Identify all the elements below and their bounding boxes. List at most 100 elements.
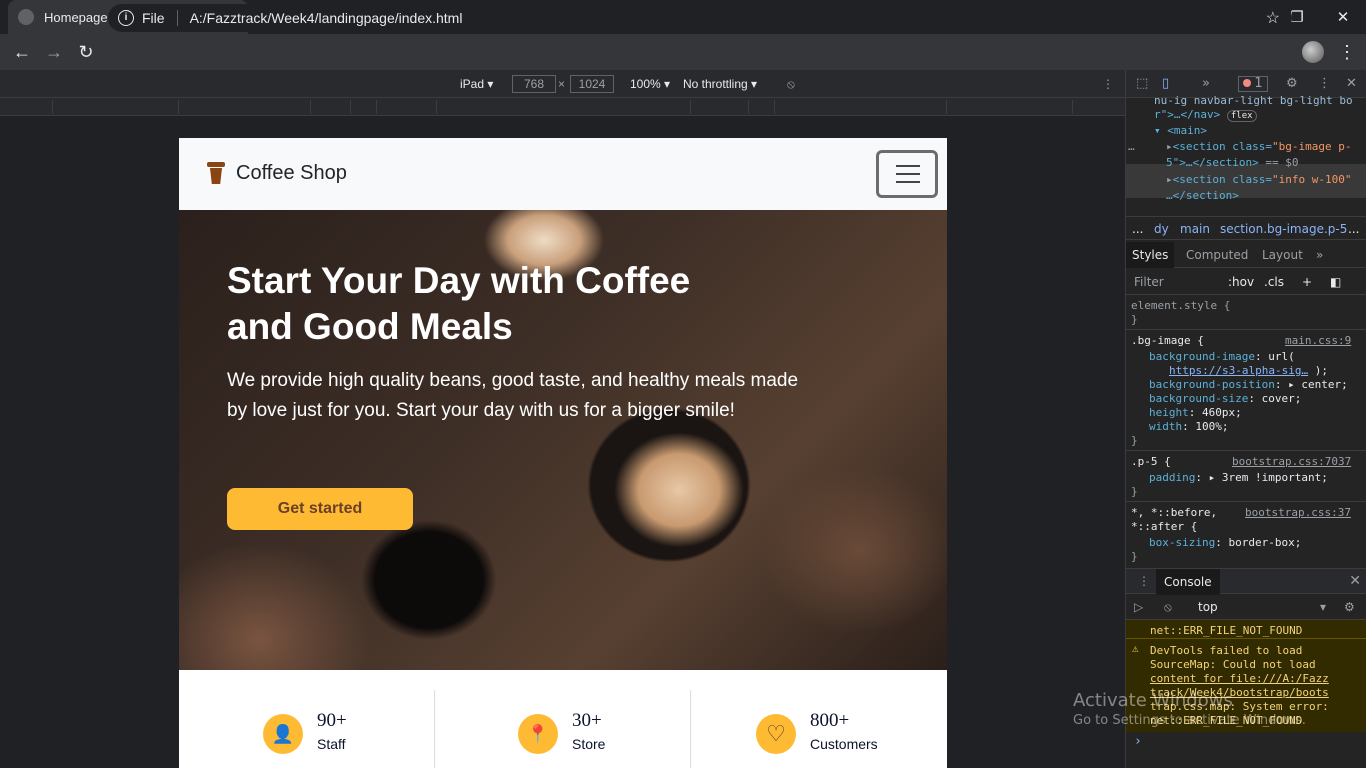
css-declaration[interactable]: background-image: url( [1149, 350, 1295, 363]
dom-line[interactable]: …</section> [1166, 189, 1239, 202]
source-link[interactable]: main.css:9 [1285, 334, 1351, 347]
styles-filter-bar: Filter :hov .cls + ◧ [1126, 269, 1366, 295]
tab-more[interactable]: » [1316, 248, 1323, 262]
globe-icon [18, 9, 34, 25]
crumb-body[interactable]: dy [1154, 222, 1169, 236]
dom-line[interactable]: r">…</nav> flex [1154, 108, 1257, 122]
url-text[interactable]: A:/Fazztrack/Week4/landingpage/index.htm… [190, 10, 463, 26]
stat-value: 800+ [810, 710, 850, 731]
device-select[interactable]: iPad ▾ [460, 77, 493, 91]
console-sidebar-icon[interactable]: ▷ [1134, 600, 1143, 614]
crumb-section[interactable]: section.bg-image.p-5 [1220, 222, 1347, 236]
rule-selector[interactable]: .p-5 { [1131, 455, 1171, 468]
css-declaration[interactable]: padding: ▸ 3rem !important; [1149, 471, 1328, 484]
media-query-ruler [0, 98, 1125, 116]
profile-avatar[interactable] [1302, 41, 1324, 63]
css-declaration[interactable]: background-size: cover; [1149, 392, 1301, 405]
console-prompt[interactable]: › [1134, 734, 1142, 749]
node-dots-icon[interactable]: … [1128, 140, 1135, 153]
stat-label: Store [572, 736, 606, 752]
console-message-link[interactable]: content for file:///A:/Fazz [1150, 672, 1329, 685]
width-input[interactable]: 768 [512, 75, 556, 93]
stat-customers: ♡ 800+ Customers [690, 690, 946, 768]
device-toolbar: iPad ▾ 768 × 1024 100% ▾ No throttling ▾… [0, 70, 1125, 98]
hero-subtitle: We provide high quality beans, good tast… [227, 370, 799, 421]
add-rule-icon[interactable]: + [1302, 275, 1312, 289]
console-message: SourceMap: Could not load [1150, 658, 1316, 671]
css-declaration[interactable]: box-sizing: border-box; [1149, 536, 1301, 549]
omnibox[interactable]: i File A:/Fazztrack/Week4/landingpage/in… [108, 4, 1292, 32]
zoom-select[interactable]: 100% ▾ [630, 77, 670, 91]
close-window-button[interactable]: ✕ [1320, 8, 1366, 26]
css-declaration[interactable]: height: 460px; [1149, 406, 1242, 419]
css-url[interactable]: https://s3-alpha-sig… ); [1169, 364, 1328, 377]
rule-close: } [1131, 313, 1138, 326]
css-declaration[interactable]: width: 100%; [1149, 420, 1228, 433]
browser-menu-icon[interactable]: ⋮ [1338, 42, 1356, 63]
tab-layout[interactable]: Layout [1262, 248, 1303, 262]
omnibox-divider [176, 10, 178, 26]
site-info-icon[interactable]: i [118, 10, 134, 26]
css-declaration[interactable]: background-position: ▸ center; [1149, 378, 1348, 391]
cls-toggle[interactable]: .cls [1264, 275, 1284, 289]
hov-toggle[interactable]: :hov [1228, 275, 1254, 289]
watermark-subtitle: Go to Settings to activate Windows. [1073, 713, 1306, 728]
dom-line[interactable]: 5">…</section> == $0 [1166, 156, 1298, 169]
devtools-menu-icon[interactable]: ⋮ [1318, 76, 1331, 91]
settings-gear-icon[interactable]: ⚙ [1286, 76, 1298, 91]
dimension-times: × [558, 77, 566, 91]
hamburger-menu-button[interactable] [876, 150, 938, 198]
forward-icon[interactable]: → [38, 42, 70, 63]
stat-value: 30+ [572, 710, 602, 731]
drawer-menu-icon[interactable]: ⋮ [1138, 574, 1150, 588]
console-message: net::ERR_FILE_NOT_FOUND [1150, 624, 1303, 637]
coffee-cup-icon [207, 162, 225, 186]
throttling-select[interactable]: No throttling ▾ [683, 77, 757, 91]
close-drawer-icon[interactable]: ✕ [1349, 573, 1361, 589]
rule-selector[interactable]: .bg-image { [1131, 334, 1204, 347]
crumb-more[interactable]: ... [1348, 222, 1359, 236]
dom-line[interactable]: nu-ig navbar-light bg-light bo [1154, 94, 1353, 107]
console-settings-icon[interactable]: ⚙ [1344, 600, 1355, 614]
toggle-sidebar-icon[interactable]: ◧ [1330, 275, 1341, 289]
address-toolbar: ← → ↻ [0, 34, 1366, 70]
error-badge[interactable]: 1 [1238, 76, 1268, 92]
more-panels-icon[interactable]: » [1202, 76, 1210, 91]
emulated-page: Coffee Shop Start Your Day with Coffee a… [179, 138, 947, 768]
context-dropdown-icon[interactable]: ▾ [1320, 600, 1326, 614]
heart-icon: ♡ [756, 714, 796, 754]
crumb-main[interactable]: main [1180, 222, 1210, 236]
rule-selector[interactable]: *::after { [1131, 520, 1197, 533]
device-viewport: iPad ▾ 768 × 1024 100% ▾ No throttling ▾… [0, 70, 1125, 768]
console-tab[interactable]: Console [1156, 569, 1220, 595]
source-link[interactable]: bootstrap.css:7037 [1232, 455, 1351, 468]
context-select[interactable]: top [1198, 600, 1218, 614]
windows-activation-watermark: Activate Windows Go to Settings to activ… [1073, 690, 1306, 728]
get-started-button[interactable]: Get started [227, 488, 413, 530]
clear-console-icon[interactable]: ⦸ [1164, 600, 1172, 615]
brand-name[interactable]: Coffee Shop [236, 162, 347, 185]
styles-filter-input[interactable]: Filter [1134, 275, 1164, 289]
dom-line[interactable]: ▸<section class="info w-100" [1166, 173, 1351, 186]
back-icon[interactable]: ← [6, 42, 38, 63]
height-input[interactable]: 1024 [570, 75, 614, 93]
rule-selector[interactable]: element.style { [1131, 299, 1230, 312]
rule-selector[interactable]: *, *::before, [1131, 506, 1217, 519]
device-options-icon[interactable]: ⋮ [1102, 77, 1114, 91]
dom-line[interactable]: ▸<section class="bg-image p- [1166, 140, 1351, 153]
bookmark-star-icon[interactable]: ☆ [1266, 8, 1280, 28]
dom-line-main[interactable]: ▾ <main> [1154, 124, 1207, 137]
person-icon: 👤 [263, 714, 303, 754]
crumb-more[interactable]: ... [1132, 222, 1143, 236]
tab-computed[interactable]: Computed [1186, 248, 1248, 262]
device-toggle-icon[interactable]: ▯ [1162, 76, 1169, 91]
rotate-icon[interactable]: ⦸ [787, 77, 795, 92]
reload-icon[interactable]: ↻ [70, 42, 102, 63]
hero-title: Start Your Day with Coffee and Good Meal… [227, 260, 691, 347]
tab-styles[interactable]: Styles [1126, 242, 1175, 268]
close-devtools-icon[interactable]: ✕ [1346, 76, 1357, 91]
inspect-element-icon[interactable]: ⬚ [1136, 76, 1148, 91]
stats-bar: 👤 90+ Staff 📍 30+ Store ♡ 800+ Customers [179, 670, 947, 768]
source-link[interactable]: bootstrap.css:37 [1245, 506, 1351, 519]
rule-close: } [1131, 550, 1138, 563]
